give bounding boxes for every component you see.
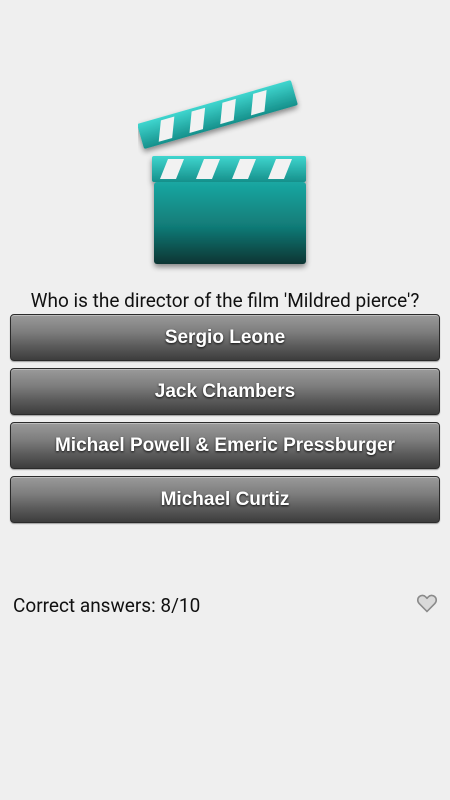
clapperboard-icon bbox=[138, 80, 306, 264]
answer-button-3[interactable]: Michael Powell & Emeric Pressburger bbox=[10, 422, 440, 469]
question-text: Who is the director of the film 'Mildred… bbox=[30, 289, 420, 312]
answer-button-2[interactable]: Jack Chambers bbox=[10, 368, 440, 415]
answer-button-1[interactable]: Sergio Leone bbox=[10, 314, 440, 361]
score-text: Correct answers: 8/10 bbox=[13, 594, 201, 617]
quiz-screen: Who is the director of the film 'Mildred… bbox=[0, 0, 450, 800]
heart-outline-icon[interactable] bbox=[415, 591, 439, 615]
answer-button-4[interactable]: Michael Curtiz bbox=[10, 476, 440, 523]
answer-list: Sergio Leone Jack Chambers Michael Powel… bbox=[10, 314, 440, 530]
